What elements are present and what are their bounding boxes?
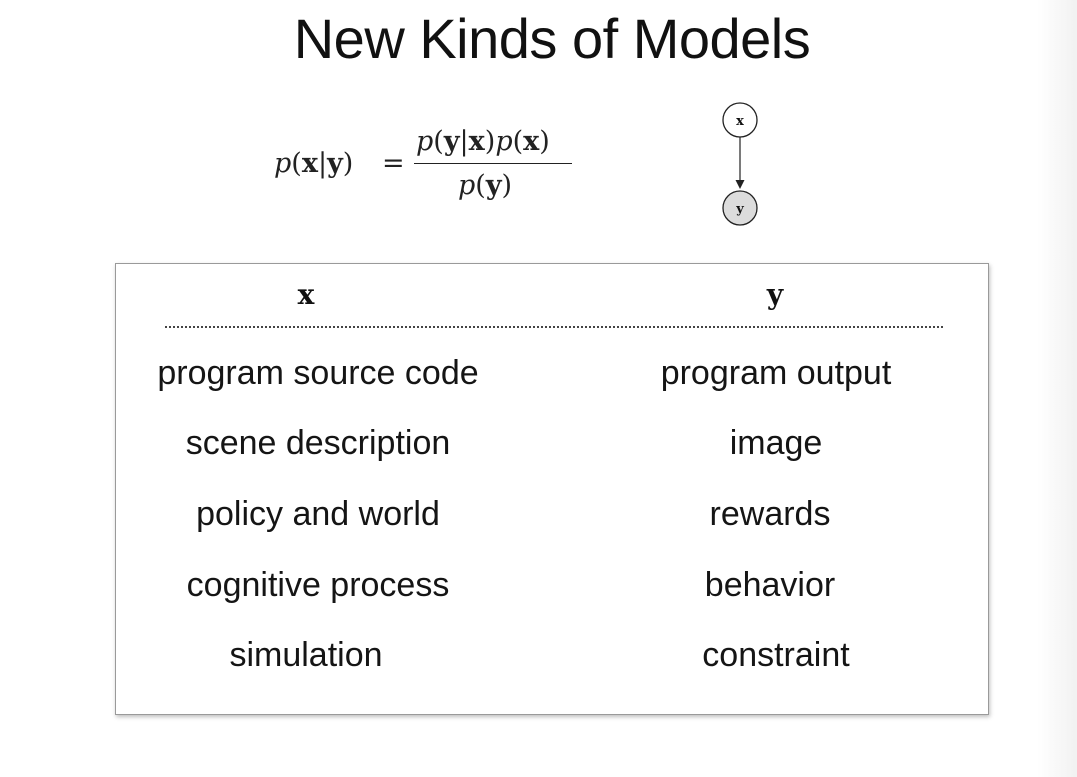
table-cell-x: program source code bbox=[157, 354, 479, 392]
graphical-model: x y bbox=[722, 102, 758, 226]
formula-equals: = bbox=[382, 148, 405, 179]
fraction-bar bbox=[414, 163, 572, 164]
edge-arrowhead bbox=[735, 180, 745, 189]
formula-denominator: p(y) bbox=[458, 170, 513, 201]
table-cell-y: image bbox=[729, 424, 823, 462]
table-cell-y: constraint bbox=[702, 636, 850, 674]
table-cell-x: simulation bbox=[229, 636, 383, 674]
xy-table: x y program source code program output s… bbox=[115, 263, 989, 715]
table-cell-y: rewards bbox=[709, 495, 831, 533]
node-y-label: y bbox=[735, 202, 744, 217]
table-cell-y: behavior bbox=[704, 566, 836, 604]
header-divider bbox=[165, 326, 943, 328]
table-cell-x: policy and world bbox=[196, 495, 440, 533]
table-cell-x: cognitive process bbox=[186, 566, 450, 604]
slide-edge-shadow bbox=[1037, 0, 1077, 777]
slide-title: New Kinds of Models bbox=[293, 7, 811, 70]
column-header-y: y bbox=[766, 278, 784, 311]
formula-numerator: p(y|x)p(x) bbox=[416, 126, 550, 157]
formula-lhs: p(x|y) bbox=[274, 148, 354, 179]
node-x-label: x bbox=[736, 114, 744, 129]
table-cell-x: scene description bbox=[185, 424, 451, 462]
table-cell-y: program output bbox=[660, 354, 892, 392]
column-header-x: x bbox=[297, 278, 315, 311]
